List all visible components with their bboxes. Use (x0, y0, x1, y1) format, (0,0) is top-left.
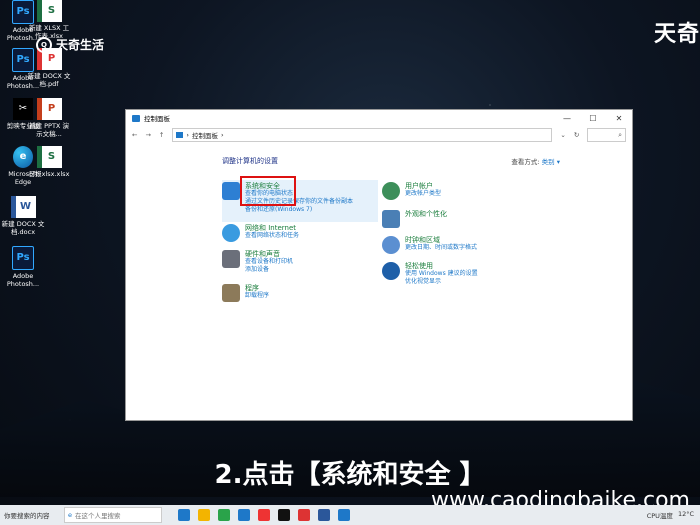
monitor-icon (382, 210, 400, 228)
taskbar-app-icon[interactable] (318, 509, 330, 521)
category-clock-region[interactable]: 时钟和区域 更改日期、时间或数字格式 (382, 236, 477, 254)
minimize-button[interactable]: — (554, 114, 580, 123)
brand-logo-icon: Q (36, 36, 52, 53)
category-link[interactable]: 备份和还原(Windows 7) (245, 206, 353, 214)
desktop-icon-label: 新建 DOCX 文档.pdf (27, 72, 71, 88)
page-heading: 调整计算机的设置 (222, 157, 278, 165)
taskbar-app-icon[interactable] (238, 509, 250, 521)
shield-icon (222, 182, 240, 200)
category-title[interactable]: 轻松使用 (405, 262, 478, 270)
powerpoint-file-icon: P (36, 98, 62, 120)
category-link[interactable]: 查看网络状态和任务 (245, 232, 299, 240)
taskbar-search[interactable]: 你要搜索的内容 (0, 510, 64, 520)
category-network-internet[interactable]: 网络和 Internet 查看网络状态和任务 (222, 224, 299, 242)
taskbar-app-icon[interactable] (178, 509, 190, 521)
clock-icon (382, 236, 400, 254)
brand-watermark-right: 天奇 (653, 22, 700, 47)
taskbar-app-icon[interactable] (338, 509, 350, 521)
taskbar-apps (178, 509, 350, 521)
search-icon: ⌕ (618, 130, 622, 139)
category-link[interactable]: 优化视觉显示 (405, 278, 478, 286)
brand-watermark: Q 天奇生活 (36, 36, 104, 53)
taskbar-app-icon[interactable] (258, 509, 270, 521)
close-button[interactable]: ✕ (606, 114, 632, 123)
taskbar-edge-search[interactable]: e 在这个人里搜索 (64, 507, 162, 523)
category-title[interactable]: 用户帐户 (405, 182, 441, 190)
desktop-icon-daily-xlsx[interactable]: S 日报xlsx.xlsx (26, 146, 72, 178)
forward-arrow-icon[interactable]: → (145, 131, 150, 139)
category-link[interactable]: 添加设备 (245, 266, 293, 274)
control-panel-icon (176, 132, 184, 138)
taskbar-app-icon[interactable] (198, 509, 210, 521)
tray-cpu-temp[interactable]: CPU温度 (647, 510, 673, 520)
refresh-icon[interactable]: ↻ (574, 131, 579, 139)
users-icon (382, 182, 400, 200)
desktop-icon-photoshop-3[interactable]: Ps Adobe Photosh... (0, 246, 46, 288)
control-panel-icon (132, 114, 140, 122)
category-user-accounts[interactable]: 用户帐户 更改帐户类型 (382, 182, 441, 200)
category-title[interactable]: 硬件和声音 (245, 250, 293, 258)
desktop-icon-label: Adobe Photosh... (6, 272, 40, 288)
taskbar: 你要搜索的内容 e 在这个人里搜索 CPU温度 12°C (0, 505, 700, 525)
desktop-icon-pdf[interactable]: P 新建 DOCX 文档.pdf (26, 48, 72, 88)
excel-file-icon: S (36, 146, 62, 168)
category-ease-of-access[interactable]: 轻松使用 使用 Windows 建议的设置 优化视觉显示 (382, 262, 478, 286)
programs-icon (222, 284, 240, 302)
excel-file-icon: S (36, 0, 62, 22)
highlight-annotation-box (240, 176, 296, 206)
globe-icon (222, 224, 240, 242)
view-by: 查看方式: 类别 ▾ (511, 156, 560, 166)
word-file-icon: W (10, 196, 36, 218)
breadcrumb-separator: › (220, 131, 224, 139)
address-bar[interactable]: › 控制面板 › (172, 128, 553, 142)
category-hardware-sound[interactable]: 硬件和声音 查看设备和打印机 添加设备 (222, 250, 293, 274)
view-by-label: 查看方式: (511, 158, 540, 166)
search-input[interactable]: ⌕ (587, 128, 626, 142)
category-programs[interactable]: 程序 卸载程序 (222, 284, 269, 302)
edge-search-placeholder: 在这个人里搜索 (75, 512, 121, 520)
tray-temperature[interactable]: 12°C (678, 510, 694, 520)
up-arrow-icon[interactable]: ↑ (159, 131, 164, 139)
maximize-button[interactable]: ☐ (580, 114, 606, 123)
desktop-icon-pptx[interactable]: P 新建 PPTX 演示文稿... (26, 98, 72, 138)
printer-icon (222, 250, 240, 268)
category-title[interactable]: 时钟和区域 (405, 236, 477, 244)
brand-text: 天奇生活 (56, 38, 105, 52)
desktop-icon-label: 新建 PPTX 演示文稿... (29, 122, 69, 138)
category-link[interactable]: 使用 Windows 建议的设置 (405, 270, 478, 278)
category-title[interactable]: 外观和个性化 (405, 210, 447, 218)
control-panel-window: 控制面板 — ☐ ✕ ← → ↑ › 控制面板 › ⌄ ↻ ⌕ 调整计算机的设置… (126, 110, 632, 420)
accessibility-icon (382, 262, 400, 280)
window-titlebar[interactable]: 控制面板 — ☐ ✕ (126, 110, 632, 126)
breadcrumb-control-panel[interactable]: 控制面板 (192, 130, 218, 140)
category-link[interactable]: 查看设备和打印机 (245, 258, 293, 266)
category-title[interactable]: 程序 (245, 284, 269, 292)
taskbar-app-icon[interactable] (218, 509, 230, 521)
photoshop-icon: Ps (12, 246, 34, 270)
taskbar-app-icon[interactable] (278, 509, 290, 521)
breadcrumb-separator: › (186, 131, 189, 139)
category-link[interactable]: 更改日期、时间或数字格式 (405, 244, 477, 252)
desktop-icon-docx[interactable]: W 新建 DOCX 文档.docx (0, 196, 46, 236)
tutorial-caption: 2.点击【系统和安全 】 (214, 460, 486, 490)
edge-icon: e (68, 511, 72, 519)
window-title: 控制面板 (144, 115, 170, 123)
system-tray: CPU温度 12°C (647, 510, 700, 520)
desktop-icon-label: 新建 DOCX 文档.docx (1, 220, 45, 236)
category-link[interactable]: 更改帐户类型 (405, 190, 441, 198)
desktop-icon-xlsx[interactable]: S 新建 XLSX 工作表.xlsx (26, 0, 72, 40)
back-arrow-icon[interactable]: ← (132, 131, 137, 139)
category-title[interactable]: 网络和 Internet (245, 224, 299, 232)
dropdown-chevron-icon[interactable]: ⌄ (560, 131, 565, 139)
category-appearance[interactable]: 外观和个性化 (382, 210, 447, 228)
category-link[interactable]: 卸载程序 (245, 292, 269, 300)
desktop-icon-label: 日报xlsx.xlsx (28, 170, 70, 178)
taskbar-app-icon[interactable] (298, 509, 310, 521)
navigation-bar: ← → ↑ › 控制面板 › ⌄ ↻ ⌕ (126, 126, 632, 144)
view-by-dropdown[interactable]: 类别 ▾ (542, 158, 560, 166)
